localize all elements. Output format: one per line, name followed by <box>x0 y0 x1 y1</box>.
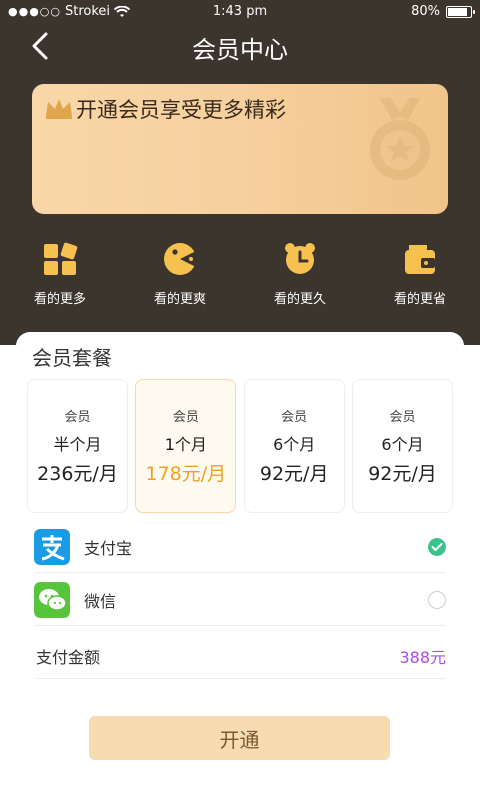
crown-icon <box>46 99 72 119</box>
payment-label: 支付宝 <box>84 539 133 558</box>
feature-fun: 看的更爽 <box>120 240 240 310</box>
plan-tag: 会员 <box>172 410 199 425</box>
plan-card-1-month[interactable]: 会员 1个月 178元/月 <box>135 379 237 513</box>
feature-row: 看的更多 看的更爽 看的更久 看的更省 <box>0 240 480 310</box>
feature-longer: 看的更久 <box>240 240 360 310</box>
feature-label: 看的更多 <box>33 292 86 307</box>
plans-title: 会员套餐 <box>32 346 112 370</box>
alarm-clock-icon <box>285 243 315 274</box>
navigation-bar: 会员中心 <box>0 24 480 70</box>
banner-text: 开通会员享受更多精彩 <box>76 98 286 122</box>
battery-percent: 80% <box>411 4 440 19</box>
feature-label: 看的更省 <box>393 292 446 307</box>
status-right: 80% <box>411 4 475 19</box>
amount-value: 388元 <box>399 648 446 667</box>
plan-price: 92元/月 <box>368 463 437 485</box>
payment-option-wechat[interactable]: 微信 <box>34 575 446 626</box>
plan-tag: 会员 <box>281 410 308 425</box>
activate-button[interactable]: 开通 <box>89 716 390 760</box>
smile-icon <box>164 243 196 275</box>
payment-amount-row: 支付金额 388元 <box>36 634 446 679</box>
check-selected-icon[interactable] <box>428 538 446 556</box>
alipay-icon <box>34 529 70 565</box>
plan-tag: 会员 <box>389 410 416 425</box>
plan-duration: 1个月 <box>164 435 207 454</box>
feature-more: 看的更多 <box>0 240 120 310</box>
wechat-icon <box>34 582 70 618</box>
feature-label: 看的更久 <box>273 292 326 307</box>
plan-price: 178元/月 <box>145 463 227 485</box>
plan-duration: 半个月 <box>53 435 102 454</box>
radio-unselected-icon[interactable] <box>428 591 446 609</box>
feature-save: 看的更省 <box>360 240 480 310</box>
battery-icon <box>446 5 475 18</box>
plan-card-half-month[interactable]: 会员 半个月 236元/月 <box>27 379 128 513</box>
plan-duration: 6个月 <box>381 435 424 454</box>
feature-label: 看的更爽 <box>153 292 206 307</box>
membership-banner: 开通会员享受更多精彩 <box>32 84 448 214</box>
plan-price: 92元/月 <box>259 463 329 485</box>
wallet-icon <box>405 245 435 274</box>
status-bar: ●●●○○ Strokei 1:43 pm 80% <box>0 0 480 24</box>
plan-price: 236元/月 <box>37 463 118 485</box>
plan-list: 会员 半个月 236元/月 会员 1个月 178元/月 会员 6个月 92元/月… <box>27 379 453 514</box>
status-time: 1:43 pm <box>212 4 268 19</box>
plan-tag: 会员 <box>64 410 91 425</box>
grid-icon <box>44 242 78 275</box>
medal-icon <box>370 98 430 180</box>
page-title: 会员中心 <box>192 36 288 64</box>
payment-option-alipay[interactable]: 支付宝 <box>34 522 446 573</box>
plan-card-6-months-b[interactable]: 会员 6个月 92元/月 <box>351 379 453 513</box>
plan-duration: 6个月 <box>273 435 316 454</box>
amount-label: 支付金额 <box>36 648 101 667</box>
plan-card-6-months-a[interactable]: 会员 6个月 92元/月 <box>243 379 345 513</box>
payment-label: 微信 <box>84 592 117 611</box>
